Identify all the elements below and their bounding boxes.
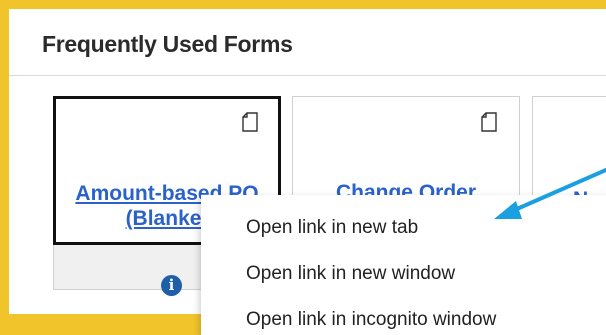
panel-title: Frequently Used Forms [42, 31, 293, 57]
divider [9, 75, 606, 76]
document-icon [481, 112, 497, 132]
menu-item-open-new-window[interactable]: Open link in new window [246, 263, 455, 285]
document-icon [242, 112, 258, 132]
menu-item-open-new-tab[interactable]: Open link in new tab [246, 217, 418, 239]
menu-item-open-incognito[interactable]: Open link in incognito window [246, 309, 496, 331]
info-icon[interactable]: i [161, 275, 182, 296]
context-menu: Open link in new tab Open link in new wi… [201, 195, 606, 335]
